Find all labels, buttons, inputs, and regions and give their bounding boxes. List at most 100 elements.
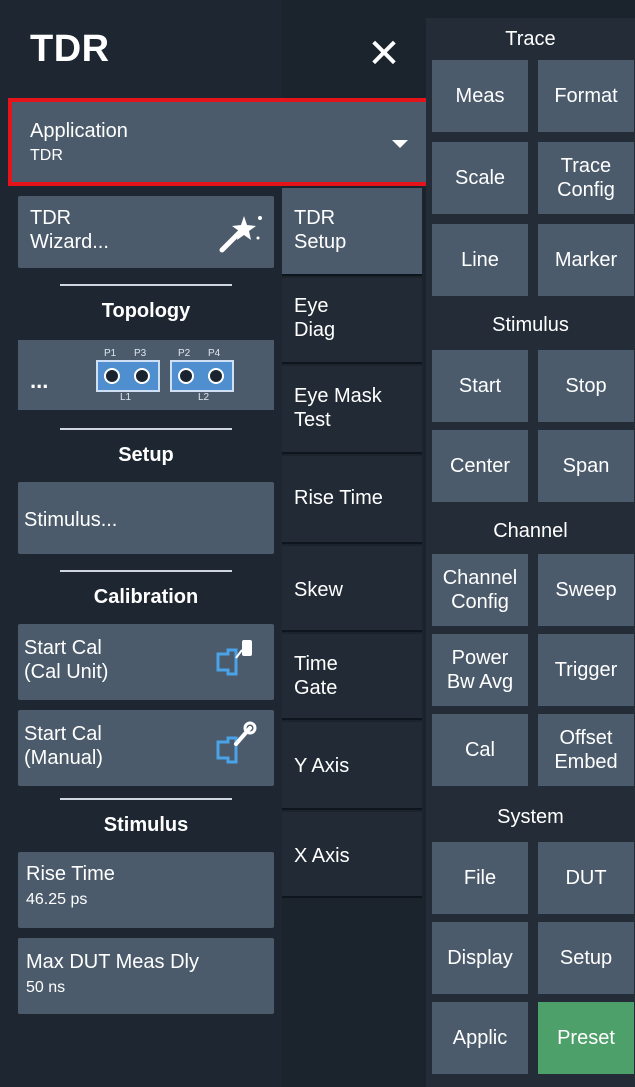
trigger-button[interactable]: Trigger xyxy=(538,634,634,706)
rise-time-button[interactable]: Rise Time 46.25 ps xyxy=(18,852,274,928)
tab-x-axis[interactable]: X Axis xyxy=(282,812,422,898)
rise-time-label: Rise Time xyxy=(26,863,115,885)
power-bw-avg-line1: Power xyxy=(451,647,509,669)
dut-button[interactable]: DUT xyxy=(538,842,634,914)
topology-heading: Topology xyxy=(101,300,191,322)
setup-button[interactable]: Setup xyxy=(538,922,634,994)
line-label-l2: L2 xyxy=(198,392,210,403)
port-connector xyxy=(178,368,194,384)
start-cal-manual-button[interactable]: Start Cal (Manual) xyxy=(18,710,274,786)
port-connector xyxy=(208,368,224,384)
applic-button[interactable]: Applic xyxy=(432,1002,528,1074)
line-label: Line xyxy=(461,249,499,271)
marker-button[interactable]: Marker xyxy=(538,224,634,296)
tab-label: X Axis xyxy=(294,845,350,867)
sweep-button[interactable]: Sweep xyxy=(538,554,634,626)
start-cal-unit-button[interactable]: Start Cal (Cal Unit) xyxy=(18,624,274,700)
system-heading: System xyxy=(497,806,564,828)
port-label-p3: P3 xyxy=(134,348,147,359)
tab-label: Rise Time xyxy=(294,487,383,509)
port-connector xyxy=(104,368,120,384)
trace-config-button[interactable]: Trace Config xyxy=(538,142,634,214)
setup-label: Setup xyxy=(559,947,613,969)
channel-config-button[interactable]: Channel Config xyxy=(432,554,528,626)
close-icon[interactable]: ✕ xyxy=(360,30,408,78)
scale-button[interactable]: Scale xyxy=(432,142,528,214)
port-label-p1: P1 xyxy=(104,348,117,359)
stimulus-heading: Stimulus xyxy=(103,814,189,836)
port-label-p4: P4 xyxy=(208,348,221,359)
stimulus-button[interactable]: Stimulus... xyxy=(18,482,274,554)
preset-label: Preset xyxy=(557,1027,615,1049)
tab-eye-diag[interactable]: Eye Diag xyxy=(282,278,422,364)
tab-eye-mask-test[interactable]: Eye Mask Test xyxy=(282,366,422,454)
file-label: File xyxy=(463,867,497,889)
tab-label: Test xyxy=(294,409,331,431)
channel-config-line2: Config xyxy=(451,591,509,613)
tab-label: Diag xyxy=(294,319,336,341)
line-button[interactable]: Line xyxy=(432,224,528,296)
center-label: Center xyxy=(449,455,511,477)
tab-skew[interactable]: Skew xyxy=(282,546,422,632)
tab-label: Setup xyxy=(294,231,347,253)
display-button[interactable]: Display xyxy=(432,922,528,994)
tab-rise-time[interactable]: Rise Time xyxy=(282,456,422,544)
dut-label: DUT xyxy=(565,867,607,889)
trace-heading: Trace xyxy=(505,28,556,50)
applic-label: Applic xyxy=(452,1027,508,1049)
separator xyxy=(60,570,232,572)
span-label: Span xyxy=(562,455,610,477)
tab-label: Time xyxy=(294,653,338,675)
meas-label: Meas xyxy=(455,85,505,107)
separator xyxy=(60,798,232,800)
stop-button[interactable]: Stop xyxy=(538,350,634,422)
topology-diagram: P1 P3 P2 P4 L1 L2 xyxy=(96,348,256,404)
dialog-title: TDR xyxy=(30,28,110,70)
stimulus-right-heading: Stimulus xyxy=(492,314,569,336)
port-label-p2: P2 xyxy=(178,348,191,359)
power-bw-avg-line2: Bw Avg xyxy=(446,671,514,693)
stimulus-button-label: Stimulus... xyxy=(24,509,118,531)
tab-label: Gate xyxy=(294,677,338,699)
center-button[interactable]: Center xyxy=(432,430,528,502)
setup-heading: Setup xyxy=(118,444,174,466)
cal-unit-icon xyxy=(216,640,252,676)
device-block-2 xyxy=(170,360,234,392)
max-dut-meas-dly-label: Max DUT Meas Dly xyxy=(26,951,199,973)
file-button[interactable]: File xyxy=(432,842,528,914)
device-block-1 xyxy=(96,360,160,392)
power-bw-avg-button[interactable]: Power Bw Avg xyxy=(432,634,528,706)
format-button[interactable]: Format xyxy=(538,60,634,132)
tab-label: Y Axis xyxy=(294,755,350,777)
preset-button[interactable]: Preset xyxy=(538,1002,634,1074)
cal-button[interactable]: Cal xyxy=(432,714,528,786)
wrench-icon xyxy=(216,721,257,764)
max-dut-meas-dly-value: 50 ns xyxy=(26,979,66,996)
trace-config-line1: Trace xyxy=(560,155,612,177)
trace-config-line2: Config xyxy=(557,179,615,201)
tab-label: Skew xyxy=(294,579,343,601)
tab-time-gate[interactable]: Time Gate xyxy=(282,634,422,720)
offset-embed-line1: Offset xyxy=(559,727,613,749)
rise-time-value: 46.25 ps xyxy=(26,891,88,908)
tab-tdr-setup[interactable]: TDR Setup xyxy=(282,188,422,276)
tdr-wizard-button[interactable]: TDR Wizard... xyxy=(18,196,274,268)
display-label: Display xyxy=(447,947,513,969)
meas-button[interactable]: Meas xyxy=(432,60,528,132)
max-dut-meas-dly-button[interactable]: Max DUT Meas Dly 50 ns xyxy=(18,938,274,1014)
span-button[interactable]: Span xyxy=(538,430,634,502)
calibration-heading: Calibration xyxy=(93,586,199,608)
application-dropdown[interactable]: Application TDR xyxy=(8,98,432,186)
offset-embed-button[interactable]: Offset Embed xyxy=(538,714,634,786)
topology-dots: ... xyxy=(30,368,49,393)
application-label: Application xyxy=(30,120,128,142)
separator xyxy=(60,284,232,286)
line-label-l1: L1 xyxy=(120,392,132,403)
tab-label: Eye Mask xyxy=(294,385,382,407)
tab-y-axis[interactable]: Y Axis xyxy=(282,722,422,810)
channel-config-line1: Channel xyxy=(442,567,518,589)
sweep-label: Sweep xyxy=(555,579,617,601)
chevron-down-icon xyxy=(392,140,408,148)
start-button[interactable]: Start xyxy=(432,350,528,422)
port-connector xyxy=(134,368,150,384)
